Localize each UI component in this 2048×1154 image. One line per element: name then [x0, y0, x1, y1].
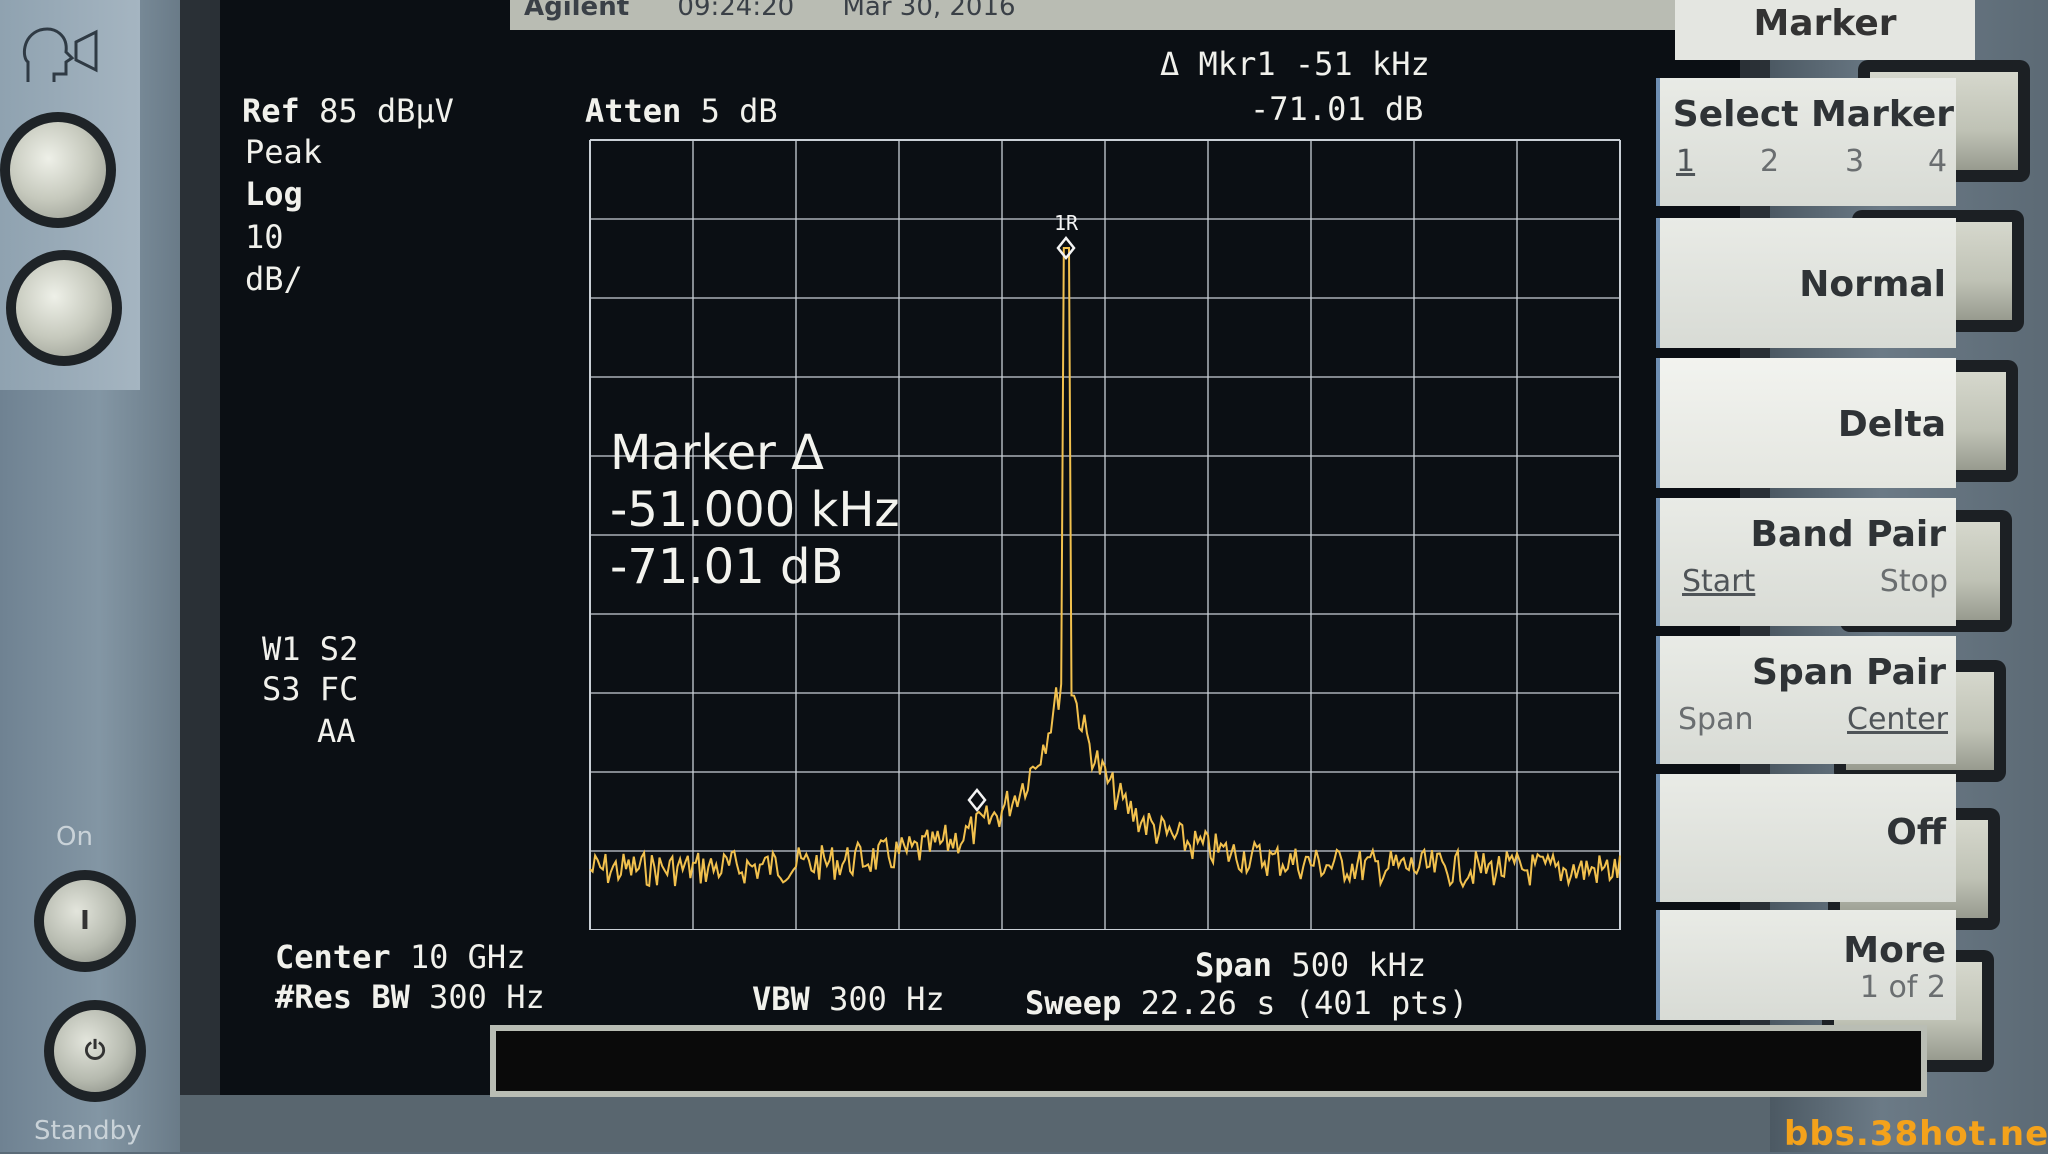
marker-readout-line2: -71.01 dB: [1250, 90, 1424, 128]
menu-title: Marker: [1675, 0, 1975, 60]
upper-knob[interactable]: [0, 112, 116, 228]
status-message-bar: [490, 1025, 1927, 1097]
date-label: Mar 30, 2016: [842, 0, 1016, 22]
span-label: Span: [1195, 946, 1273, 984]
more-label: More: [1843, 930, 1946, 971]
video-bandwidth: VBW 300 Hz: [752, 980, 945, 1018]
analyzer-screen: Agilent 09:24:20 Mar 30, 2016 Δ Mkr1 -51…: [220, 0, 1975, 1097]
speaker-head-icon: [22, 27, 98, 82]
reference-marker[interactable]: 1R: [1054, 211, 1079, 261]
time-label: 09:24:20: [677, 0, 795, 22]
atten-value: 5 dB: [700, 92, 778, 130]
off-key[interactable]: Off: [1656, 774, 1956, 902]
vbw-label: VBW: [752, 980, 810, 1018]
center-frequency: Center 10 GHz: [275, 938, 525, 976]
marker-option-1[interactable]: 1: [1676, 144, 1695, 179]
delta-label: Delta: [1837, 404, 1946, 445]
status-bar: Agilent 09:24:20 Mar 30, 2016: [510, 0, 1688, 30]
flag-line-1: W1 S2: [262, 630, 359, 668]
band-pair-label: Band Pair: [1750, 514, 1946, 555]
span: Span 500 kHz: [1195, 946, 1426, 984]
marker-annotation: Marker Δ -51.000 kHz -71.01 dB: [610, 425, 900, 596]
marker-option-4[interactable]: 4: [1928, 144, 1947, 179]
marker-readout-line1: Δ Mkr1 -51 kHz: [1160, 45, 1430, 83]
span-pair-key[interactable]: Span Pair Span Center: [1656, 636, 1956, 764]
marker-ref-label: 1R: [1054, 211, 1079, 235]
more-page: 1 of 2: [1859, 970, 1946, 1005]
vbw-value: 300 Hz: [829, 980, 945, 1018]
standby-label: Standby: [34, 1116, 142, 1146]
delta-marker[interactable]: [967, 787, 987, 813]
marker-option-2[interactable]: 2: [1760, 144, 1779, 179]
band-pair-stop[interactable]: Stop: [1880, 564, 1948, 599]
ref-level: Ref 85 dBμV: [242, 92, 454, 130]
softkey-menu: Marker Select Marker 1 2 3 4 Normal Delt…: [1640, 0, 1975, 1030]
span-value: 500 kHz: [1291, 946, 1427, 984]
span-pair-span[interactable]: Span: [1678, 702, 1753, 737]
scale-type-label: Log: [245, 175, 303, 213]
power-on-button[interactable]: I: [34, 870, 136, 972]
watermark: bbs.38hot.net: [1784, 1114, 2048, 1154]
band-pair-key[interactable]: Band Pair Start Stop: [1656, 498, 1956, 626]
span-pair-label: Span Pair: [1752, 652, 1946, 693]
on-label: On: [56, 822, 93, 852]
select-marker-key[interactable]: Select Marker 1 2 3 4: [1656, 78, 1956, 206]
center-label: Center: [275, 938, 391, 976]
delta-key[interactable]: Delta: [1656, 358, 1956, 488]
brand-label: Agilent: [524, 0, 630, 22]
sweep-time: Sweep 22.26 s (401 pts): [1025, 984, 1468, 1022]
flag-line-2: S3 FC: [262, 670, 359, 708]
annotation-level: -71.01 dB: [610, 539, 844, 595]
normal-key[interactable]: Normal: [1656, 218, 1956, 348]
ref-label: Ref: [242, 92, 300, 130]
band-pair-start[interactable]: Start: [1682, 564, 1755, 599]
resolution-bandwidth: #Res BW 300 Hz: [275, 978, 545, 1016]
normal-label: Normal: [1799, 264, 1946, 305]
ref-value: 85 dBμV: [319, 92, 454, 130]
annotation-title: Marker Δ: [610, 425, 825, 481]
standby-button[interactable]: ⏻: [44, 1000, 146, 1102]
flag-line-3: AA: [317, 712, 356, 750]
scale-value-label: 10: [245, 218, 284, 256]
detector-label: Peak: [245, 133, 323, 171]
off-label: Off: [1886, 812, 1946, 853]
select-marker-label: Select Marker: [1672, 94, 1954, 135]
bezel-bottom: [180, 1095, 1770, 1152]
annotation-freq: -51.000 kHz: [610, 482, 900, 538]
resbw-label: #Res BW: [275, 978, 410, 1016]
attenuation: Atten 5 dB: [585, 92, 778, 130]
atten-label: Atten: [585, 92, 682, 130]
sweep-value: 22.26 s (401 pts): [1140, 984, 1469, 1022]
more-key[interactable]: More 1 of 2: [1656, 910, 1956, 1020]
lower-knob[interactable]: [6, 250, 122, 366]
resbw-value: 300 Hz: [429, 978, 545, 1016]
scale-unit-label: dB/: [245, 260, 303, 298]
marker-option-3[interactable]: 3: [1845, 144, 1864, 179]
center-value: 10 GHz: [409, 938, 526, 976]
sweep-label: Sweep: [1025, 984, 1122, 1022]
span-pair-center[interactable]: Center: [1847, 702, 1948, 737]
